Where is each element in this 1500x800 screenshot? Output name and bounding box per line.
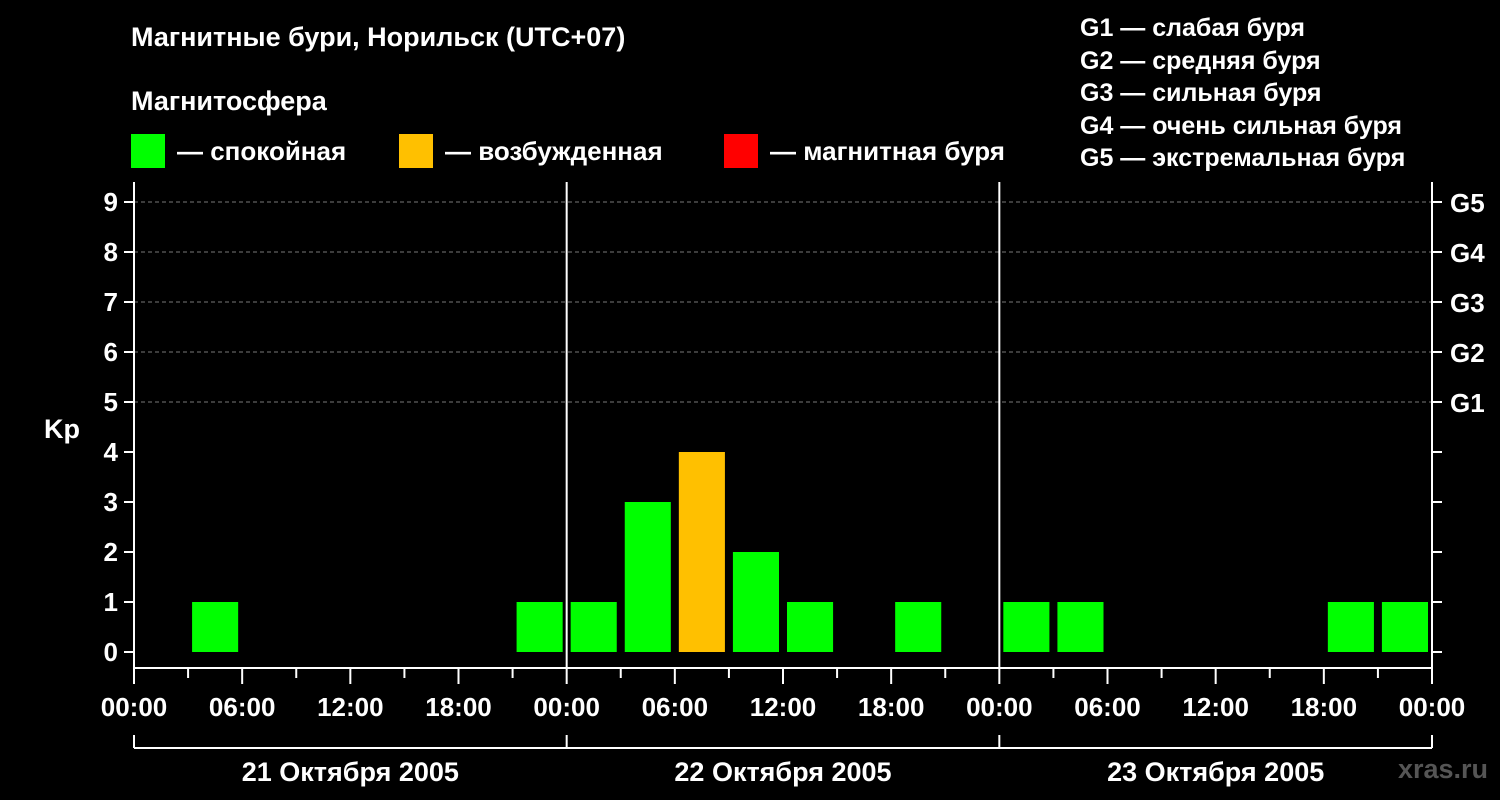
- day-label-0: 21 Октября 2005: [242, 757, 459, 787]
- g-level-label-g5: G5: [1450, 188, 1485, 218]
- kp-chart: 0 1 2 3 4 5 6 7 8 9 G1 G2 G3 G4 G5 Kp 00:00 06:00 12:00 18:…: [44, 182, 1485, 787]
- kp-bar-0: [192, 602, 239, 652]
- g-level-label-g1: G1: [1450, 388, 1485, 418]
- x-tick-label-4: 00:00: [533, 692, 600, 722]
- y-tick-label-2: 2: [104, 537, 118, 567]
- kp-bar-10: [1327, 602, 1374, 652]
- kp-bar-8: [1003, 602, 1050, 652]
- x-tick-label-11: 18:00: [1291, 692, 1358, 722]
- g-level-label-g2: G2: [1450, 338, 1485, 368]
- kp-bar-2: [570, 602, 617, 652]
- kp-bar-9: [1057, 602, 1104, 652]
- g-level-label-g4: G4: [1450, 238, 1485, 268]
- kp-bar-7: [895, 602, 942, 652]
- y-tick-label-4: 4: [104, 437, 119, 467]
- y-tick-label-1: 1: [104, 587, 118, 617]
- x-tick-label-2: 12:00: [317, 692, 384, 722]
- x-tick-label-10: 12:00: [1182, 692, 1249, 722]
- kp-bar-3: [624, 502, 671, 652]
- y-tick-label-8: 8: [104, 237, 118, 267]
- y-tick-label-6: 6: [104, 337, 118, 367]
- day-label-1: 22 Октября 2005: [674, 757, 891, 787]
- kp-bar-4: [678, 452, 725, 652]
- y-tick-label-5: 5: [104, 387, 118, 417]
- y-tick-label-9: 9: [104, 187, 118, 217]
- y-tick-label-7: 7: [104, 287, 118, 317]
- x-tick-label-9: 06:00: [1074, 692, 1141, 722]
- y-axis-label: Kp: [44, 414, 80, 444]
- x-tick-label-0: 00:00: [101, 692, 168, 722]
- x-tick-label-8: 00:00: [966, 692, 1033, 722]
- day-label-2: 23 Октября 2005: [1107, 757, 1324, 787]
- kp-bar-6: [787, 602, 834, 652]
- x-tick-label-12: 00:00: [1399, 692, 1466, 722]
- y-tick-label-0: 0: [104, 637, 118, 667]
- x-tick-label-1: 06:00: [209, 692, 276, 722]
- kp-bar-1: [516, 602, 563, 652]
- kp-bar-5: [732, 552, 779, 652]
- kp-bar-11: [1381, 602, 1428, 652]
- site-credit: xras.ru: [1397, 754, 1488, 784]
- x-tick-label-6: 12:00: [750, 692, 817, 722]
- x-tick-label-7: 18:00: [858, 692, 925, 722]
- x-tick-label-5: 06:00: [642, 692, 709, 722]
- y-tick-label-3: 3: [104, 487, 118, 517]
- g-level-label-g3: G3: [1450, 288, 1485, 318]
- x-tick-label-3: 18:00: [425, 692, 492, 722]
